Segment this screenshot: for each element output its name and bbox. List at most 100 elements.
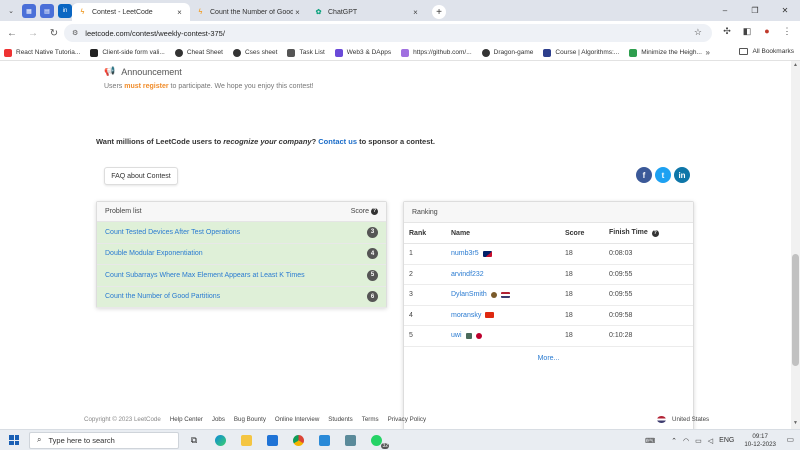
bookmark-item[interactable]: Dragon-game (481, 48, 534, 57)
all-bookmarks-button[interactable]: All Bookmarks (739, 48, 794, 55)
footer-link-bug-bounty[interactable]: Bug Bounty (234, 416, 266, 423)
more-link[interactable]: More... (404, 347, 693, 371)
linkedin-pinned-icon[interactable]: in (58, 4, 72, 18)
whatsapp-icon[interactable]: 32 (365, 432, 389, 449)
volume-icon[interactable]: ◁ (708, 437, 713, 445)
footer-link-terms[interactable]: Terms (362, 416, 379, 423)
reload-icon[interactable]: ↻ (45, 28, 63, 39)
footer-link-students[interactable]: Students (328, 416, 352, 423)
tab-chatgpt[interactable]: ✿ ChatGPT × (308, 3, 426, 21)
battery-icon[interactable]: ▭ (695, 437, 702, 445)
bookmark-item[interactable]: Course | Algorithms:... (543, 48, 619, 57)
close-tab-icon[interactable]: × (175, 8, 184, 17)
vscode-icon[interactable] (313, 432, 335, 449)
task-view-icon[interactable]: ⧉ (183, 432, 205, 449)
problem-link[interactable]: Count Subarrays Where Max Element Appear… (105, 272, 367, 279)
tab-contest[interactable]: ϟ Contest - LeetCode × (72, 3, 190, 21)
footer-link-privacy-policy[interactable]: Privacy Policy (388, 416, 427, 423)
close-tab-icon[interactable]: × (411, 8, 420, 17)
forward-icon[interactable]: → (24, 28, 42, 39)
region-selector[interactable]: United States (657, 416, 709, 423)
problem-row[interactable]: Double Modular Exponentiation 4 (97, 243, 386, 265)
score-cell: 18 (565, 311, 573, 319)
profile-avatar-icon[interactable]: ● (760, 26, 774, 37)
must-register-link[interactable]: must register (124, 83, 168, 90)
facebook-icon[interactable]: f (636, 167, 652, 183)
notifications-icon[interactable]: ▭ (786, 435, 794, 444)
score-column-header: Score (565, 229, 585, 237)
site-info-icon[interactable]: ⚙ (72, 29, 78, 37)
scroll-down-icon[interactable]: ▼ (792, 420, 799, 426)
extensions-icon[interactable]: ✣ (720, 26, 734, 37)
twitter-icon[interactable]: t (655, 167, 671, 183)
close-tab-icon[interactable]: × (293, 8, 302, 17)
bookmark-item[interactable]: Cheat Sheet (174, 48, 223, 57)
scroll-up-icon[interactable]: ▲ (792, 62, 799, 68)
taskbar-search[interactable]: ⌕ Type here to search (29, 431, 179, 449)
japan-flag-icon (475, 332, 482, 339)
bookmarks-overflow-icon[interactable]: » (706, 48, 710, 57)
windows-start-icon[interactable] (9, 435, 19, 445)
score-cell: 18 (565, 332, 573, 340)
menu-icon[interactable]: ⋮ (780, 26, 794, 37)
footer-link-help-center[interactable]: Help Center (170, 416, 203, 423)
faq-button[interactable]: FAQ about Contest (104, 167, 178, 185)
chrome-icon[interactable] (287, 432, 309, 449)
pinned-tab-2-icon[interactable]: ▤ (40, 4, 54, 18)
footer-link-online-interview[interactable]: Online Interview (275, 416, 319, 423)
help-icon[interactable]: ? (651, 230, 659, 237)
bookmark-item[interactable]: Cses sheet (232, 48, 277, 57)
bookmark-item[interactable]: Minimize the Heigh... (629, 48, 702, 57)
browser-toolbar: ← → ↻ ⚙ leetcode.com/contest/weekly-cont… (0, 21, 800, 45)
user-link[interactable]: arvindf232 (451, 271, 484, 278)
bookmark-item[interactable]: Web3 & DApps (334, 48, 391, 57)
pinned-tab-1-icon[interactable]: ▦ (22, 4, 36, 18)
bookmark-label: Dragon-game (493, 49, 534, 56)
user-link[interactable]: numb3r5 (451, 250, 479, 257)
youtube-icon (4, 48, 12, 57)
contact-us-link[interactable]: Contact us (318, 137, 357, 146)
problem-link[interactable]: Count Tested Devices After Test Operatio… (105, 229, 367, 236)
megaphone-icon: 📢 (104, 66, 116, 76)
avatar-badge-icon (465, 332, 472, 339)
page-scrollbar[interactable] (791, 61, 800, 429)
page-content: 📢 Announcement Users must register to pa… (0, 61, 791, 429)
problem-link[interactable]: Count the Number of Good Partitions (105, 293, 367, 300)
wifi-icon[interactable]: ◠ (683, 437, 689, 445)
user-link[interactable]: DylanSmith (451, 291, 487, 298)
footer-link-jobs[interactable]: Jobs (212, 416, 225, 423)
chevron-up-icon[interactable]: ⌃ (671, 437, 677, 445)
bookmark-item[interactable]: React Native Tutoria... (4, 48, 80, 57)
problem-score-badge: 6 (367, 291, 378, 303)
address-bar[interactable]: ⚙ leetcode.com/contest/weekly-contest-37… (64, 24, 712, 42)
clock[interactable]: 09:17 10-12-2023 (744, 433, 776, 449)
new-tab-button[interactable]: + (432, 5, 446, 19)
tab-search-icon[interactable]: ⌄ (4, 4, 18, 18)
scrollbar-thumb[interactable] (792, 254, 799, 366)
restore-icon[interactable]: ❐ (740, 0, 770, 21)
terminal-icon[interactable] (339, 432, 361, 449)
file-explorer-icon[interactable] (235, 432, 257, 449)
problem-row[interactable]: Count Tested Devices After Test Operatio… (97, 222, 386, 244)
minimize-icon[interactable]: – (710, 0, 740, 21)
bookmark-item[interactable]: https://github.com/... (401, 48, 472, 57)
problem-row[interactable]: Count Subarrays Where Max Element Appear… (97, 265, 386, 287)
tab-good-partitions[interactable]: ϟ Count the Number of Good Pa × (190, 3, 308, 21)
problem-row[interactable]: Count the Number of Good Partitions 6 (97, 286, 386, 308)
mail-icon[interactable] (261, 432, 283, 449)
bookmark-item[interactable]: Client-side form vali... (90, 48, 165, 57)
close-window-icon[interactable]: ✕ (770, 0, 800, 21)
user-link[interactable]: moransky (451, 312, 481, 319)
user-link[interactable]: uwi (451, 332, 462, 339)
bookmark-item[interactable]: Task List (287, 48, 325, 57)
language-indicator[interactable]: ENG (719, 437, 734, 444)
us-flag-icon (657, 416, 666, 423)
linkedin-icon[interactable]: in (674, 167, 690, 183)
keyboard-icon[interactable]: ⌨ (645, 437, 655, 445)
help-icon[interactable]: ? (371, 208, 378, 215)
problem-link[interactable]: Double Modular Exponentiation (105, 250, 367, 257)
edge-icon[interactable] (209, 432, 231, 449)
back-icon[interactable]: ← (3, 28, 21, 39)
bookmark-star-icon[interactable]: ☆ (694, 27, 702, 38)
side-panel-icon[interactable]: ◧ (740, 26, 754, 37)
